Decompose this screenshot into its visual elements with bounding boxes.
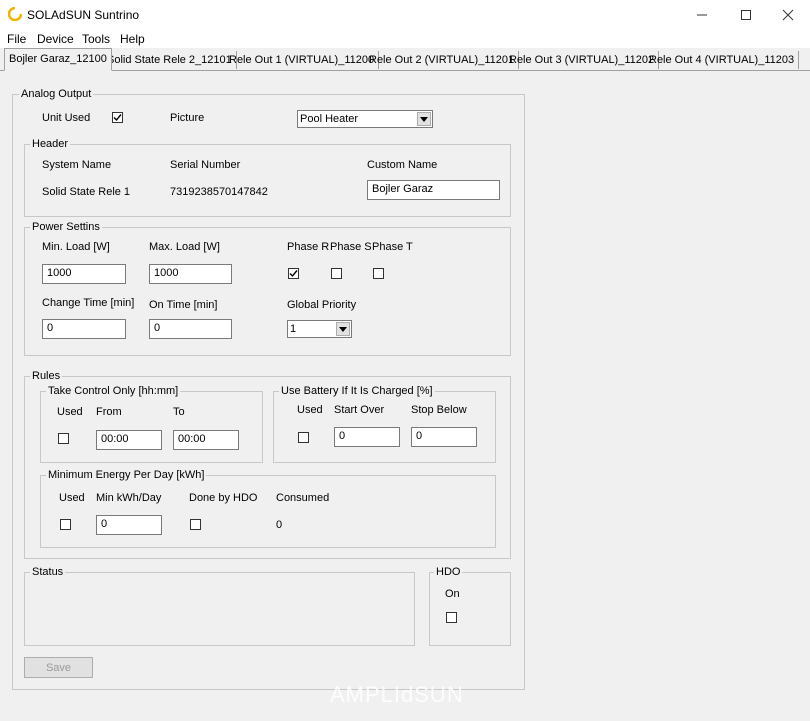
from-label: From — [96, 406, 122, 418]
window-title: SOLAdSUN Suntrino — [27, 8, 140, 22]
analog-output-title: Analog Output — [19, 88, 94, 100]
min-kwh-label: Min kWh/Day — [96, 492, 162, 504]
tab-bojler-garaz[interactable]: Bojler Garaz_12100 — [4, 48, 112, 71]
start-over-field[interactable]: 0 — [334, 427, 400, 447]
stop-below-label: Stop Below — [411, 404, 467, 416]
status-group — [24, 572, 415, 646]
picture-select-value: Pool Heater — [300, 113, 359, 125]
consumed-label: Consumed — [276, 492, 330, 504]
global-priority-select[interactable]: 1 — [287, 320, 352, 338]
menu-help[interactable]: Help — [120, 32, 145, 46]
watermark-text: AMPLIdSUN — [330, 682, 464, 707]
serial-number-label: Serial Number — [170, 159, 241, 171]
custom-name-label: Custom Name — [367, 159, 438, 171]
max-load-label: Max. Load [W] — [149, 241, 220, 253]
min-energy-group — [40, 475, 496, 548]
phase-r-checkbox[interactable] — [288, 268, 299, 279]
consumed-value: 0 — [276, 519, 283, 531]
maximize-icon — [741, 10, 751, 20]
power-settings-title: Power Settins — [30, 221, 102, 233]
picture-select[interactable]: Pool Heater — [297, 110, 433, 128]
done-by-hdo-checkbox[interactable] — [190, 519, 201, 530]
dropdown-arrow-icon — [417, 112, 431, 126]
hdo-group — [429, 572, 511, 646]
max-load-field[interactable]: 1000 — [149, 264, 232, 284]
tab-rele-out-3[interactable]: Rele Out 3 (VIRTUAL)_11202 — [505, 51, 660, 69]
close-button[interactable] — [766, 0, 810, 30]
save-button[interactable]: Save — [24, 657, 93, 678]
min-load-label: Min. Load [W] — [42, 241, 110, 253]
to-label: To — [173, 406, 185, 418]
serial-number-value: 7319238570147842 — [170, 186, 268, 198]
tab-rele-out-4[interactable]: Rele Out 4 (VIRTUAL)_11203 — [645, 51, 800, 69]
custom-name-field[interactable]: Bojler Garaz — [367, 180, 500, 200]
checkmark-icon — [113, 114, 122, 122]
min-energy-used-checkbox[interactable] — [60, 519, 71, 530]
tab-solid-state-rele-2[interactable]: Solid State Rele 2_12101 — [103, 51, 237, 69]
rules-title: Rules — [30, 370, 63, 382]
phase-t-checkbox[interactable] — [373, 268, 384, 279]
stop-below-field[interactable]: 0 — [411, 427, 477, 447]
menu-device[interactable]: Device — [37, 32, 74, 46]
close-icon — [782, 9, 794, 21]
start-over-label: Start Over — [334, 404, 385, 416]
tab-rele-out-2[interactable]: Rele Out 2 (VIRTUAL)_11201 — [365, 51, 520, 69]
maximize-button[interactable] — [724, 0, 768, 30]
menu-file[interactable]: File — [7, 32, 26, 46]
min-energy-used-label: Used — [59, 492, 85, 504]
unit-used-checkbox[interactable] — [112, 112, 123, 123]
system-name-label: System Name — [42, 159, 112, 171]
min-energy-title: Minimum Energy Per Day [kWh] — [46, 469, 207, 481]
checkmark-icon — [289, 270, 298, 278]
header-title: Header — [30, 138, 71, 150]
on-time-field[interactable]: 0 — [149, 319, 232, 339]
phase-t-label: Phase T — [372, 241, 413, 253]
done-by-hdo-label: Done by HDO — [189, 492, 258, 504]
hdo-title: HDO — [434, 566, 463, 578]
take-control-used-checkbox[interactable] — [58, 433, 69, 444]
phase-s-label: Phase S — [330, 241, 372, 253]
dropdown-arrow-icon — [336, 322, 350, 336]
minimize-icon — [697, 14, 707, 16]
global-priority-label: Global Priority — [287, 299, 357, 311]
take-control-group — [40, 391, 263, 463]
battery-title: Use Battery If It Is Charged [%] — [279, 385, 435, 397]
phase-s-checkbox[interactable] — [331, 268, 342, 279]
take-control-title: Take Control Only [hh:mm] — [46, 385, 181, 397]
menu-tools[interactable]: Tools — [82, 32, 110, 46]
take-control-used-label: Used — [57, 406, 83, 418]
hdo-on-checkbox[interactable] — [446, 612, 457, 623]
hdo-on-label: On — [445, 588, 460, 600]
change-time-label: Change Time [min] — [42, 297, 135, 309]
tab-rele-out-1[interactable]: Rele Out 1 (VIRTUAL)_11200 — [225, 51, 380, 69]
on-time-label: On Time [min] — [149, 299, 218, 311]
min-kwh-field[interactable]: 0 — [96, 515, 162, 535]
unit-used-label: Unit Used — [42, 112, 91, 124]
picture-label: Picture — [170, 112, 205, 124]
to-field[interactable]: 00:00 — [173, 430, 239, 450]
minimize-button[interactable] — [680, 0, 724, 30]
from-field[interactable]: 00:00 — [96, 430, 162, 450]
global-priority-value: 1 — [290, 323, 297, 335]
phase-r-label: Phase R — [287, 241, 330, 253]
system-name-value: Solid State Rele 1 — [42, 186, 131, 198]
change-time-field[interactable]: 0 — [42, 319, 126, 339]
battery-used-checkbox[interactable] — [298, 432, 309, 443]
battery-used-label: Used — [297, 404, 323, 416]
status-title: Status — [30, 566, 66, 578]
min-load-field[interactable]: 1000 — [42, 264, 126, 284]
app-logo-icon — [7, 6, 23, 22]
